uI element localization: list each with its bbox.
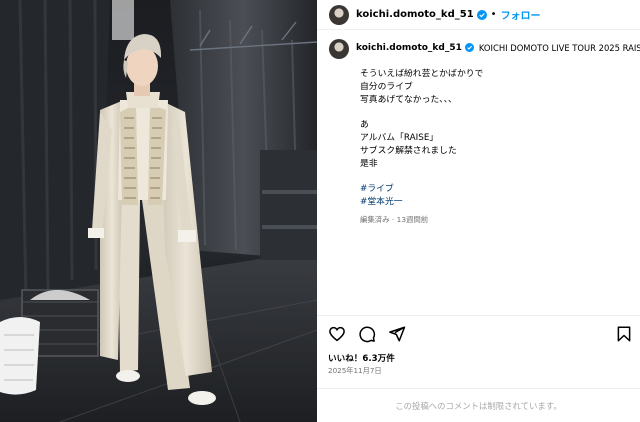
post-photo[interactable]: [0, 0, 317, 422]
separator-dot: •: [490, 9, 497, 20]
caption-line: サブスク解禁されました: [360, 145, 457, 156]
verified-badge-icon: [464, 43, 475, 53]
caption-area: koichi.domoto_kd_51 KOICHI DOMOTO LIVE T…: [317, 36, 640, 316]
caption-body: そういえば紛れ芸とかばかりで 自分のライブ 写真あげてなかった、、、 あ アルバ…: [360, 68, 630, 227]
verified-badge-icon: [476, 9, 487, 20]
follow-button[interactable]: フォロー: [501, 7, 541, 22]
caption-meta: 編集済み · 13週間前: [360, 214, 429, 224]
caption-avatar[interactable]: [329, 39, 349, 59]
like-count[interactable]: いいね！6.3万件: [328, 352, 395, 364]
caption-line: 是非: [360, 158, 378, 169]
backstage-photo: [0, 0, 317, 422]
caption-head: koichi.domoto_kd_51 KOICHI DOMOTO LIVE T…: [356, 43, 640, 53]
caption-title: KOICHI DOMOTO LIVE TOUR 2025 RAISE: [478, 43, 640, 53]
divider: [317, 315, 640, 316]
post-detail-panel: koichi.domoto_kd_51 • フォロー koichi.domoto…: [317, 0, 640, 422]
divider: [317, 388, 640, 389]
caption-username[interactable]: koichi.domoto_kd_51: [356, 43, 462, 53]
username-link[interactable]: koichi.domoto_kd_51: [356, 9, 474, 20]
share-icon[interactable]: [388, 325, 406, 343]
bookmark-icon[interactable]: [615, 325, 633, 343]
caption-line: 写真あげてなかった、、、: [360, 94, 457, 105]
caption-line: そういえば紛れ芸とかばかりで: [360, 69, 484, 79]
heart-icon[interactable]: [328, 325, 346, 343]
comment-icon[interactable]: [358, 325, 376, 343]
caption-line: 自分のライブ: [360, 81, 413, 92]
action-bar: [328, 324, 633, 344]
post-header: koichi.domoto_kd_51 • フォロー: [317, 0, 640, 30]
hashtag-link[interactable]: #ライブ: [360, 183, 630, 196]
caption-header: koichi.domoto_kd_51 KOICHI DOMOTO LIVE T…: [317, 36, 640, 59]
hashtag-link[interactable]: #堂本光一: [360, 196, 630, 209]
caption-line: あ: [360, 120, 369, 131]
caption-line: アルバム「RAISE」: [360, 132, 439, 143]
avatar[interactable]: [329, 4, 349, 25]
comments-restricted-notice: この投稿へのコメントは制限されています。: [395, 401, 562, 411]
post-date[interactable]: 2025年11月7日: [328, 366, 382, 376]
